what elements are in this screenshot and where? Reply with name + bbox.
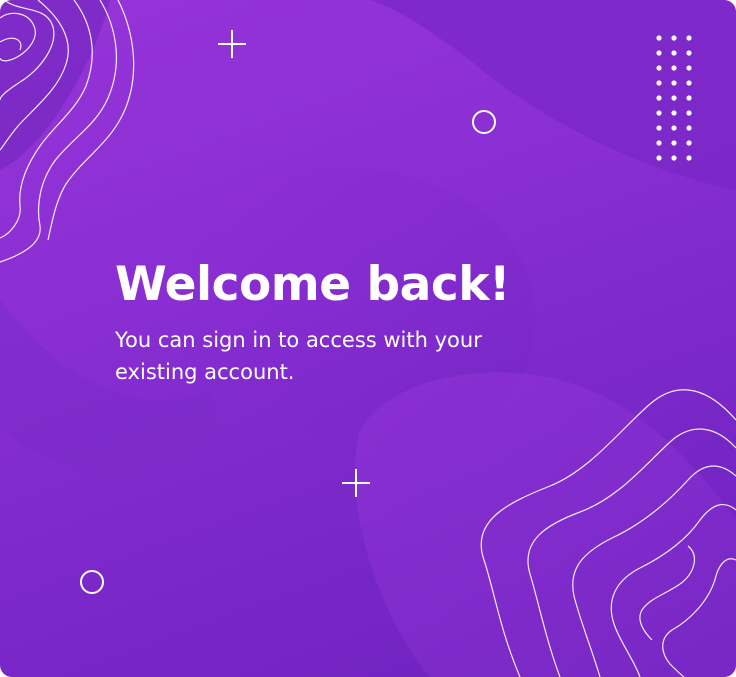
- welcome-panel: Welcome back! You can sign in to access …: [0, 0, 736, 677]
- welcome-subtitle: You can sign in to access with your exis…: [115, 328, 482, 384]
- welcome-text: Welcome back! You can sign in to access …: [115, 252, 585, 388]
- blob-top-right: [370, 0, 736, 190]
- welcome-title: Welcome back!: [115, 257, 510, 312]
- ring-icon: [80, 570, 104, 594]
- plus-icon: [218, 30, 246, 58]
- ring-icon: [472, 110, 496, 134]
